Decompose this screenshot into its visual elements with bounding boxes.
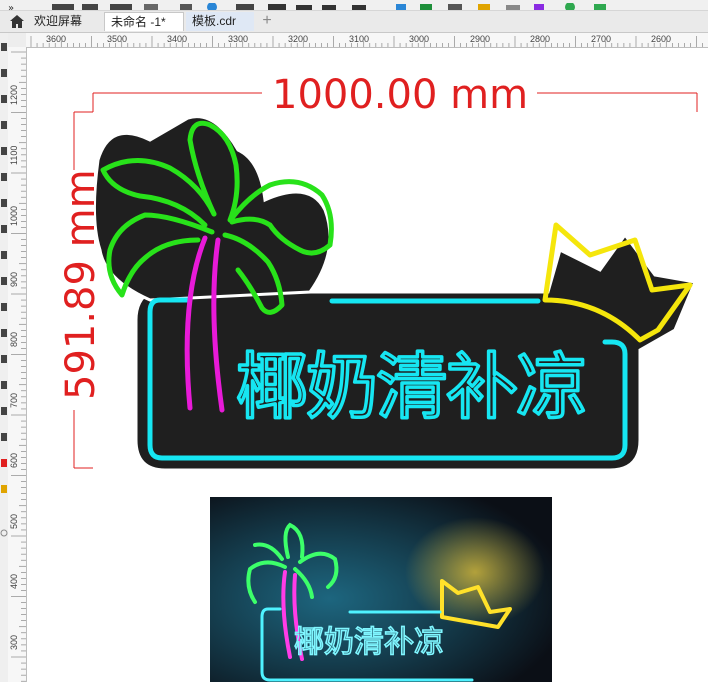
reference-photo-text: 椰奶清补凉 xyxy=(294,625,444,660)
reference-photo-image: 椰奶清补凉 xyxy=(210,497,552,682)
width-dimension-label[interactable]: 1000.00 mm xyxy=(272,72,528,118)
height-dimension-label[interactable]: 591.89 mm xyxy=(58,169,104,400)
reference-photo[interactable]: 椰奶清补凉 xyxy=(210,497,552,682)
neon-sign-text[interactable]: 椰奶清补凉 xyxy=(234,343,590,431)
